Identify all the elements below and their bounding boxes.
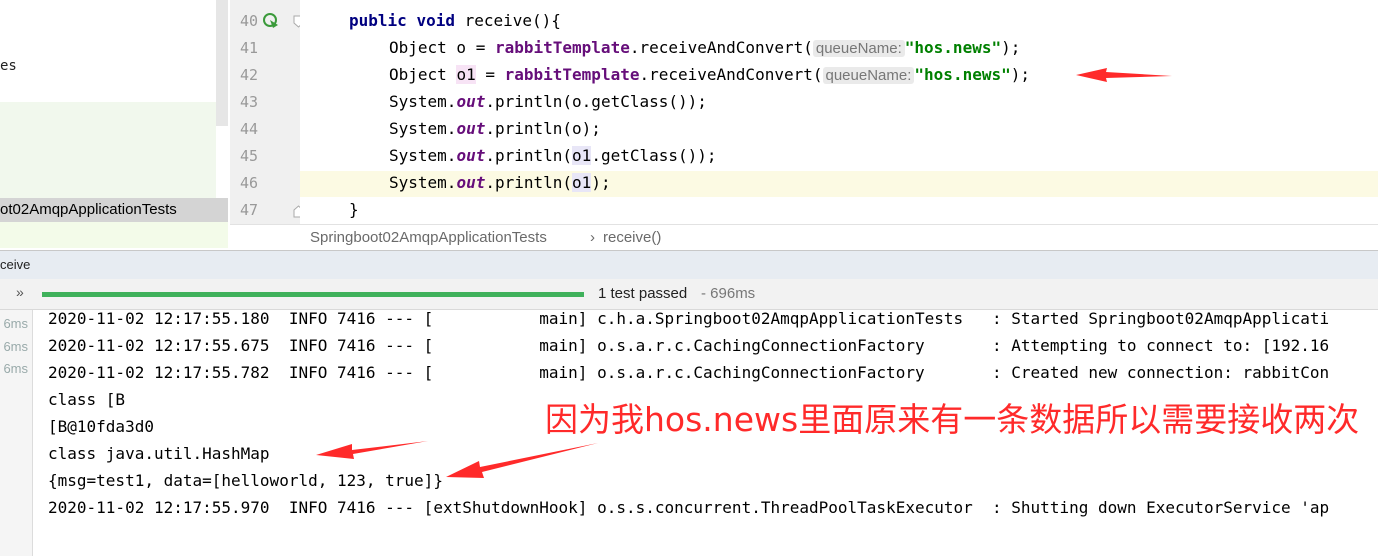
annotation-arrows xyxy=(316,68,1172,478)
arrow-icon xyxy=(316,441,428,459)
arrow-icon xyxy=(446,443,598,478)
arrow-icon xyxy=(1076,68,1172,82)
